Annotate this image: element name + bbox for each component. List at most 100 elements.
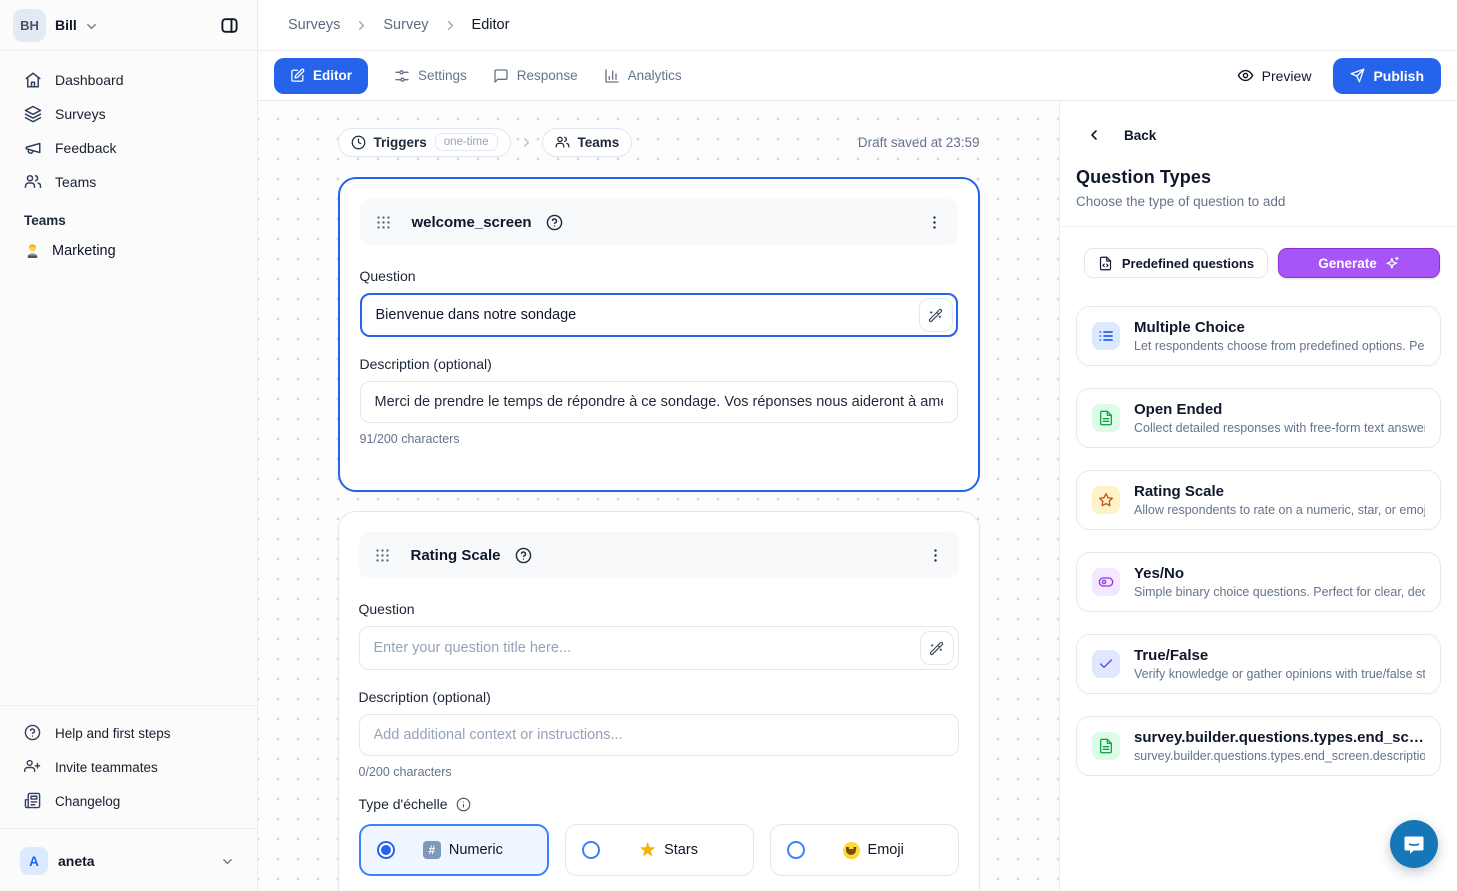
chevron-right-icon [443,18,458,33]
publish-button[interactable]: Publish [1333,58,1441,94]
predefined-questions-button[interactable]: Predefined questions [1084,248,1268,278]
layers-icon [24,105,42,123]
question-type-yes-no[interactable]: Yes/No Simple binary choice questions. P… [1076,552,1441,612]
tab-analytics-label: Analytics [628,68,682,83]
question-title-input[interactable] [359,626,959,670]
tab-analytics[interactable]: Analytics [604,68,682,84]
question-type-open-ended[interactable]: Open Ended Collect detailed responses wi… [1076,388,1441,448]
sidebar-item-changelog[interactable]: Changelog [8,784,249,818]
scale-type-label: Type d'échelle [359,796,959,812]
publish-label: Publish [1373,68,1424,84]
question-type-desc: Collect detailed responses with free-for… [1134,421,1425,435]
description-field-label: Description (optional) [360,356,958,372]
newspaper-icon [24,792,42,810]
question-field-label: Question [359,601,959,617]
edit-icon [290,68,305,83]
toolbar-actions: Preview Publish [1237,58,1441,94]
organization-avatar: A [20,847,48,875]
triggers-chip-label: Triggers [374,135,427,150]
help-circle-icon[interactable] [546,214,563,231]
file-code-icon [1098,256,1113,271]
question-type-desc: Verify knowledge or gather opinions with… [1134,667,1425,681]
teams-chip-label: Teams [578,135,620,150]
home-icon [24,71,42,89]
radio-numeric[interactable] [377,841,395,859]
sidebar-item-label: Help and first steps [55,726,171,741]
question-type-desc: survey.builder.questions.types.end_scree… [1134,749,1425,763]
help-circle-icon [24,724,42,742]
sidebar-item-invite[interactable]: Invite teammates [8,750,249,784]
scale-type-options: # Numeric ★ Stars [359,824,959,876]
users-icon [555,135,570,150]
question-type-rating-scale[interactable]: Rating Scale Allow respondents to rate o… [1076,470,1441,530]
workspace-switcher[interactable]: BH Bill [0,0,257,51]
editor-canvas: Triggers one-time Teams Draft saved at 2… [258,101,1059,891]
divider [1060,226,1457,227]
collapse-sidebar-button[interactable] [214,10,244,40]
ai-rewrite-button[interactable] [919,298,953,332]
user-plus-icon [24,758,42,776]
info-icon[interactable] [456,797,471,812]
organization-switcher[interactable]: A aneta [8,839,249,881]
question-type-multiple-choice[interactable]: Multiple Choice Let respondents choose f… [1076,306,1441,366]
magic-wand-icon [928,308,943,323]
tab-response[interactable]: Response [493,68,578,84]
generate-button[interactable]: Generate [1278,248,1440,278]
ai-rewrite-button[interactable] [920,631,954,665]
option-label: Stars [664,842,698,858]
sidebar-item-help[interactable]: Help and first steps [8,716,249,750]
sidebar-item-team-marketing[interactable]: Marketing [8,234,249,268]
triggers-chip[interactable]: Triggers one-time [338,128,511,157]
sidebar-item-label: Dashboard [55,72,124,88]
tab-settings[interactable]: Settings [394,68,467,84]
drag-handle-icon[interactable] [374,547,391,564]
question-type-end-screen[interactable]: survey.builder.questions.types.end_scr..… [1076,716,1441,776]
tab-editor[interactable]: Editor [274,58,368,94]
scale-option-numeric[interactable]: # Numeric [359,824,550,876]
radio-emoji[interactable] [787,841,805,859]
sidebar-item-teams[interactable]: Teams [8,165,249,199]
bar-chart-icon [604,68,620,84]
sidebar-item-label: Surveys [55,106,106,122]
question-title-input[interactable] [360,293,958,337]
smiley-emoji-icon [843,842,860,859]
radio-stars[interactable] [582,841,600,859]
chat-bubble-icon [1402,832,1426,856]
list-icon [1092,322,1120,350]
question-type-title: Rating Scale [1134,483,1425,500]
eye-icon [1237,67,1254,84]
more-options-icon[interactable] [926,214,943,231]
char-count: 0/200 characters [359,765,959,779]
number-keycap-icon: # [423,841,441,859]
chevron-right-icon [519,135,534,150]
question-description-input[interactable] [359,714,959,756]
scale-option-emoji[interactable]: Emoji [770,824,959,876]
sidebar-item-dashboard[interactable]: Dashboard [8,63,249,97]
char-count: 91/200 characters [360,432,958,446]
drag-handle-icon[interactable] [375,214,392,231]
question-description-input[interactable] [360,381,958,423]
scale-option-stars[interactable]: ★ Stars [565,824,754,876]
editor-toolbar: Editor Settings Response Analytics [258,51,1457,101]
teams-chip[interactable]: Teams [542,128,633,157]
more-options-icon[interactable] [927,547,944,564]
preview-label: Preview [1262,68,1312,84]
question-card-header: welcome_screen [360,199,958,245]
sidebar-item-surveys[interactable]: Surveys [8,97,249,131]
question-type-title: Yes/No [1134,565,1425,582]
file-text-icon [1092,404,1120,432]
chat-launcher-button[interactable] [1390,820,1438,868]
generate-label: Generate [1318,256,1377,271]
preview-button[interactable]: Preview [1237,67,1312,84]
question-card-welcome-screen[interactable]: welcome_screen Question [338,177,980,492]
help-circle-icon[interactable] [515,547,532,564]
back-button[interactable]: Back [1060,101,1457,143]
breadcrumb-surveys[interactable]: Surveys [288,17,340,33]
breadcrumb-survey[interactable]: Survey [383,17,428,33]
sidebar-item-feedback[interactable]: Feedback [8,131,249,165]
toggle-icon [1092,568,1120,596]
draft-status: Draft saved at 23:59 [858,135,980,150]
star-emoji-icon: ★ [639,841,656,860]
question-type-true-false[interactable]: True/False Verify knowledge or gather op… [1076,634,1441,694]
question-card-rating-scale[interactable]: Rating Scale Question [338,511,980,891]
